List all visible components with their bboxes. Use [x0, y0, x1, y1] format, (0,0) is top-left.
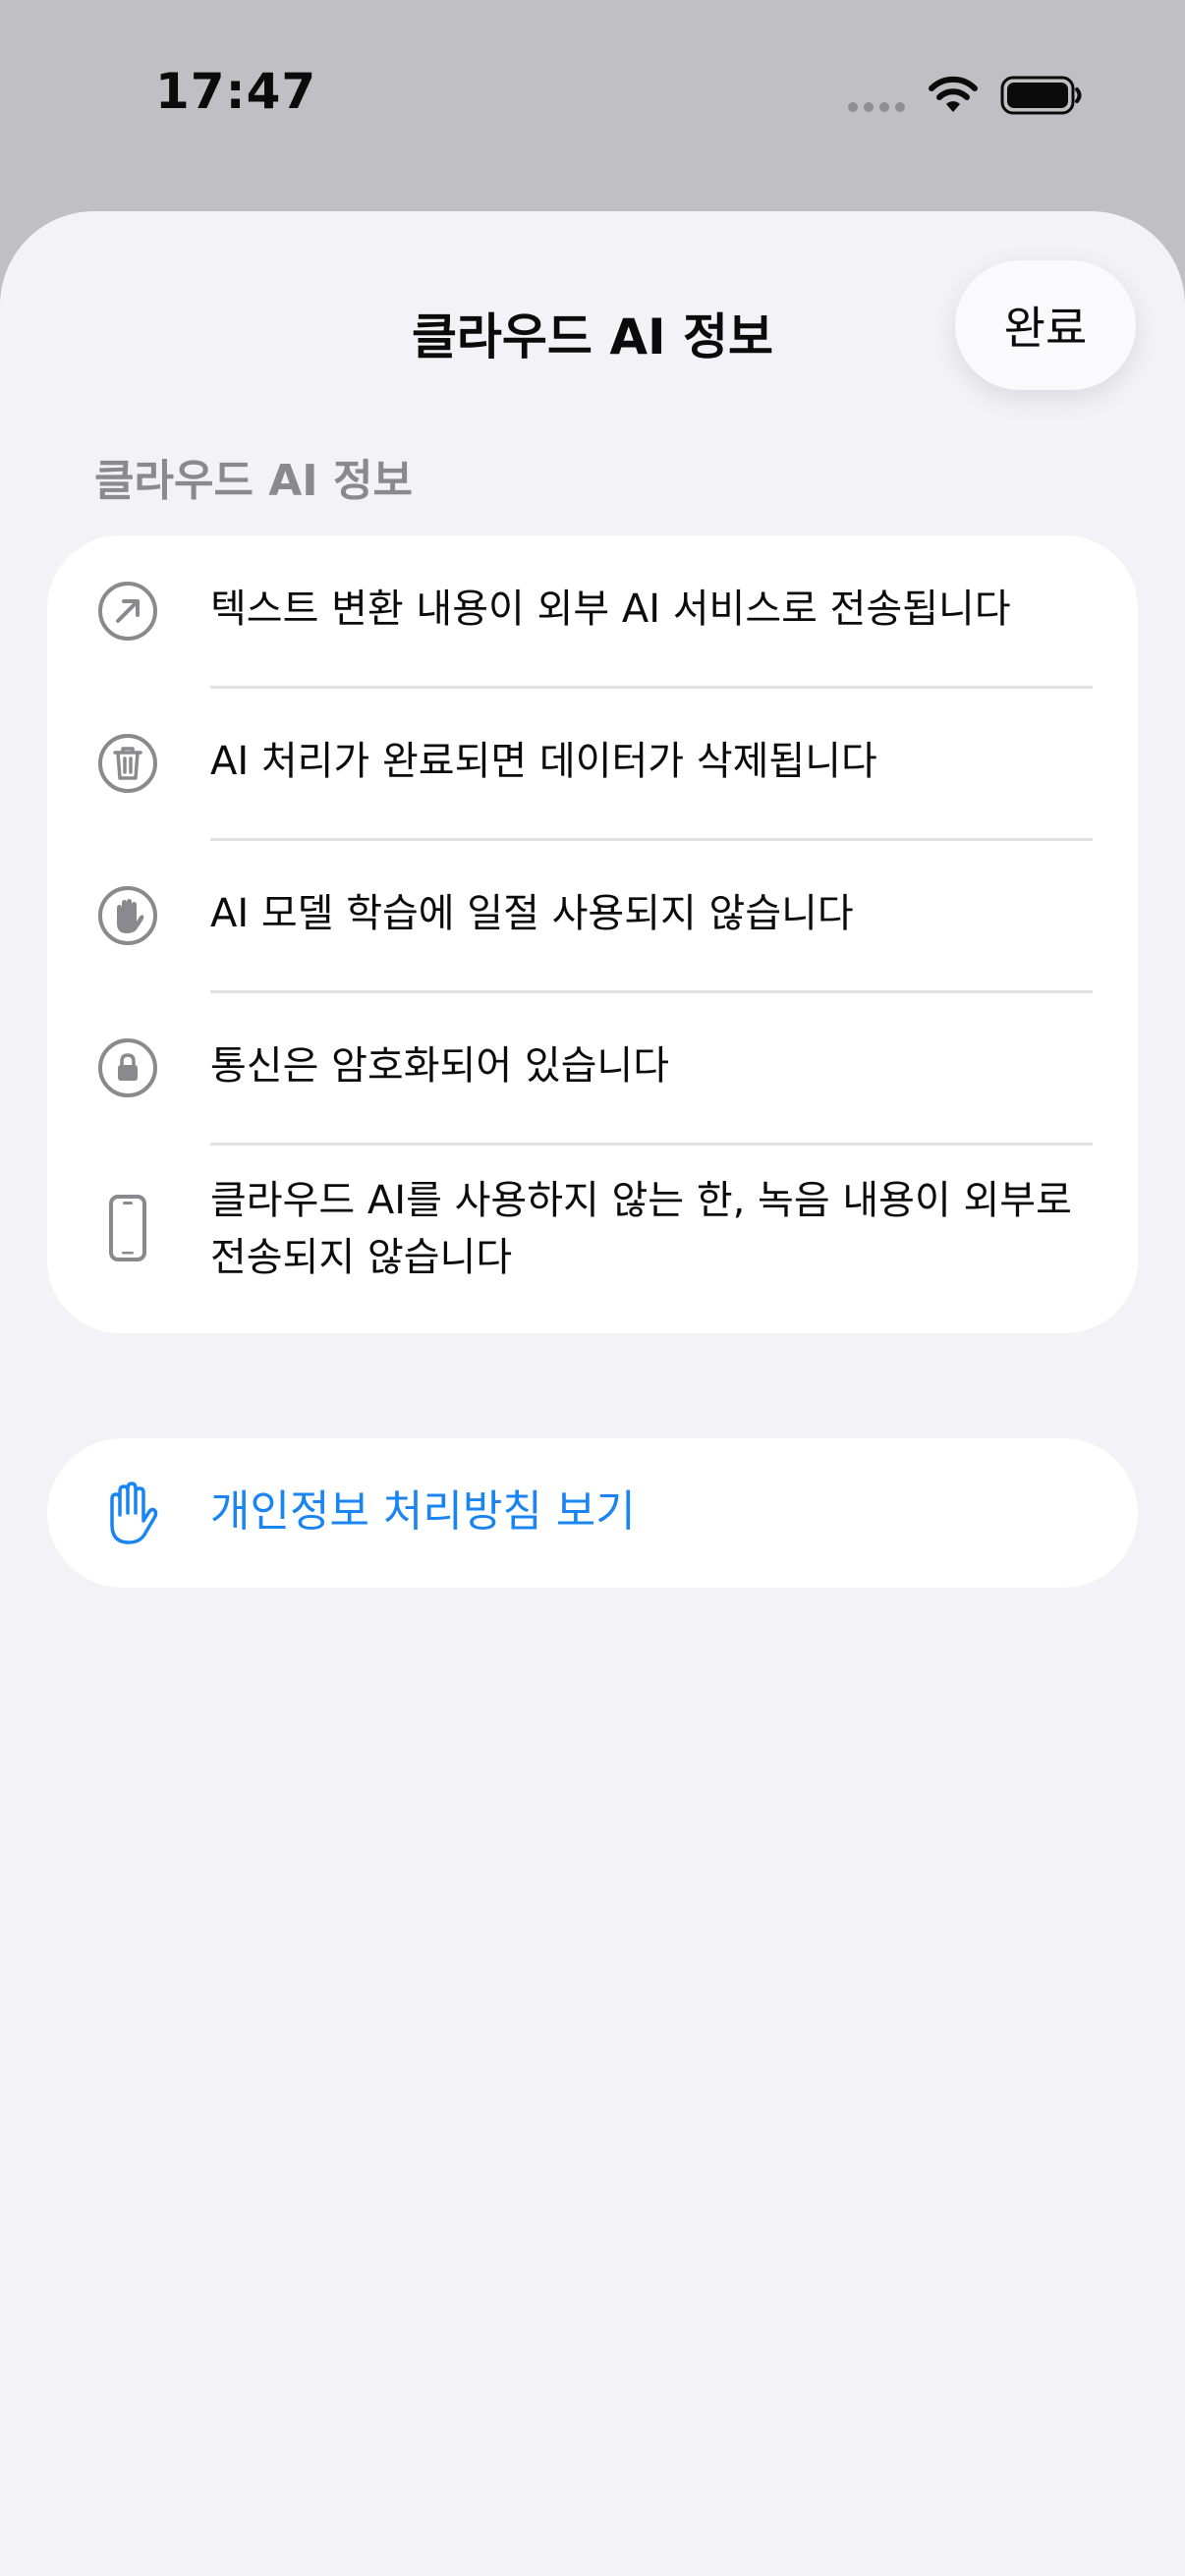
privacy-policy-button[interactable]: 개인정보 처리방침 보기: [47, 1438, 1138, 1588]
privacy-policy-label: 개인정보 처리방침 보기: [210, 1486, 636, 1537]
info-row-transmission: 텍스트 변환 내용이 외부 AI 서비스로 전송됩니다: [47, 535, 1138, 686]
info-row-text: 텍스트 변환 내용이 외부 AI 서비스로 전송됩니다: [210, 587, 1011, 632]
battery-icon: [1000, 76, 1082, 115]
info-row-text: AI 처리가 완료되면 데이터가 삭제됩니다: [210, 739, 877, 784]
arrow-up-right-icon: [98, 582, 157, 641]
hand-raised-icon: [110, 1482, 158, 1544]
lock-icon: [98, 1038, 157, 1097]
cellular-signal-icon: [848, 102, 905, 112]
info-row-encryption: 통신은 암호화되어 있습니다: [47, 992, 1138, 1143]
trash-icon: [98, 734, 157, 793]
info-row-local: 클라우드 AI를 사용하지 않는 한, 녹음 내용이 외부로 전송되지 않습니다: [47, 1145, 1138, 1333]
cloud-ai-info-sheet: 클라우드 AI 정보 완료 클라우드 AI 정보 텍스트 변환 내용이 외부 A…: [0, 211, 1185, 2576]
info-row-deletion: AI 처리가 완료되면 데이터가 삭제됩니다: [47, 688, 1138, 838]
info-list-card: 텍스트 변환 내용이 외부 AI 서비스로 전송됩니다 AI 처리가 완료되면 …: [47, 535, 1138, 1333]
status-bar: 17:47: [0, 0, 1185, 196]
status-time: 17:47: [155, 63, 317, 120]
section-header: 클라우드 AI 정보: [94, 456, 413, 506]
iphone-icon: [109, 1195, 146, 1261]
wifi-icon: [929, 76, 978, 112]
done-button[interactable]: 완료: [955, 260, 1136, 390]
info-row-text: AI 모델 학습에 일절 사용되지 않습니다: [210, 891, 854, 936]
info-row-text: 클라우드 AI를 사용하지 않는 한, 녹음 내용이 외부로 전송되지 않습니다: [210, 1178, 1072, 1280]
info-row-training: AI 모델 학습에 일절 사용되지 않습니다: [47, 840, 1138, 990]
info-row-text: 통신은 암호화되어 있습니다: [210, 1043, 670, 1089]
hand-raised-icon: [98, 886, 157, 945]
